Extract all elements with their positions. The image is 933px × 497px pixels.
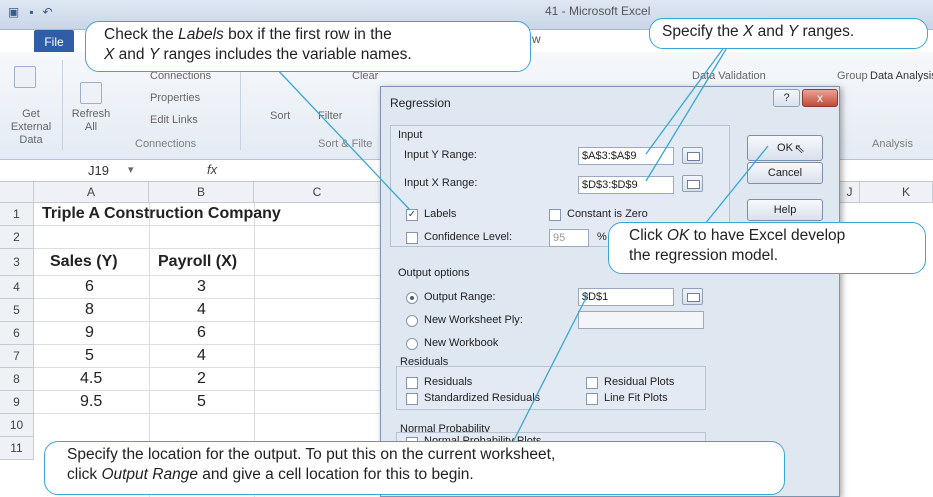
callout-text: click bbox=[67, 466, 102, 483]
ranges-callout: Specify the X and Y ranges. bbox=[649, 18, 928, 49]
output-callout-line-1: Specify the location for the output. To … bbox=[67, 446, 556, 463]
pointer-line bbox=[511, 293, 589, 445]
callout-text: box if the first row in the bbox=[223, 26, 392, 43]
callout-text: Y bbox=[787, 23, 799, 40]
callout-text: ranges. bbox=[798, 23, 855, 40]
output-callout-line-2: click Output Range and give a cell locat… bbox=[67, 465, 772, 485]
pointer-line bbox=[645, 45, 729, 182]
ok-callout: Click OK to have Excel develop the regre… bbox=[608, 222, 926, 274]
pointer-line bbox=[273, 65, 411, 211]
callout-text: ranges includes the variable names. bbox=[159, 46, 412, 63]
callout-text: to have Excel develop bbox=[689, 227, 846, 244]
callout-text: X bbox=[104, 46, 115, 63]
callout-text: and give a cell location for this to beg… bbox=[197, 466, 474, 483]
callout-text: Labels bbox=[178, 26, 224, 43]
ok-callout-line-2: the regression model. bbox=[629, 247, 779, 264]
callout-text: X bbox=[743, 23, 754, 40]
labels-callout: Check the Labels box if the first row in… bbox=[85, 21, 531, 72]
callout-text: and bbox=[114, 46, 149, 63]
callout-text: Click bbox=[629, 227, 667, 244]
labels-callout-line-2: X and Y ranges includes the variable nam… bbox=[104, 45, 518, 65]
callout-text: Specify the bbox=[662, 23, 743, 40]
callout-text: OK bbox=[666, 227, 690, 244]
callout-text: Output Range bbox=[101, 466, 198, 483]
output-callout: Specify the location for the output. To … bbox=[44, 441, 785, 495]
callout-text: and bbox=[753, 23, 788, 40]
callout-text: Y bbox=[148, 46, 160, 63]
labels-callout-line-1: Check the Labels box if the first row in… bbox=[104, 25, 518, 45]
excel-window: ▣ ▪ ↶ 41 - Microsoft Excel File w Get Ex… bbox=[0, 0, 933, 497]
pointer-line bbox=[699, 145, 769, 231]
ok-callout-line-1: Click OK to have Excel develop bbox=[629, 226, 913, 246]
callout-text: Check the bbox=[104, 26, 179, 43]
pointer-line bbox=[645, 45, 726, 155]
